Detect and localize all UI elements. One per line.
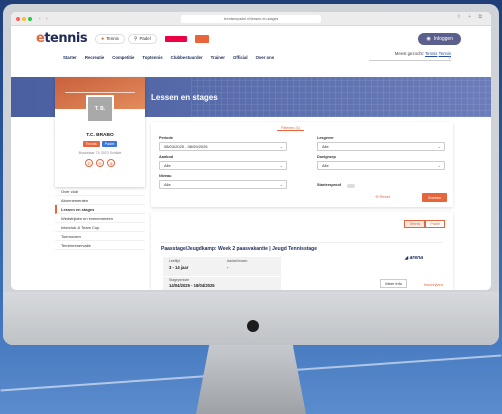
side-item-terreinreservatie[interactable]: Terreinreservatie bbox=[55, 241, 145, 250]
sport-tennis-toggle[interactable]: ● Tennis bbox=[95, 33, 125, 44]
maximize-window-icon[interactable] bbox=[28, 16, 32, 21]
lesgever-select[interactable]: Alle ⌄ bbox=[317, 142, 445, 151]
chevron-down-icon: ⌄ bbox=[279, 163, 283, 168]
browser-screen: ‹ › tennisenpadel.nl/lessen-en-stages ⇪ … bbox=[11, 12, 491, 290]
leeftijd-value: 3 - 14 jaar bbox=[169, 265, 189, 270]
phone-icon[interactable]: ✆ bbox=[85, 159, 93, 167]
monitor: ‹ › tennisenpadel.nl/lessen-en-stages ⇪ … bbox=[3, 4, 499, 345]
search-input[interactable]: ⚲ bbox=[369, 55, 451, 61]
padel-badge: Padel bbox=[101, 141, 118, 147]
nav-clubbestuurder[interactable]: Clubbestuurder bbox=[171, 55, 203, 60]
club-logo: T. B. bbox=[86, 95, 114, 123]
nav-toptennis[interactable]: Toptennis bbox=[142, 55, 162, 60]
stageperiode-value: 14/04/2025 - 18/04/2025 bbox=[169, 283, 215, 288]
nav-over-ons[interactable]: Over ons bbox=[256, 55, 275, 60]
club-card: T. B. T.C. BRABO Tennis Padel Bosselaar … bbox=[55, 77, 145, 187]
side-item-wedstrijden[interactable]: Wedstrijden en evenementen bbox=[55, 214, 145, 223]
lessen-label: Aantal lessen bbox=[227, 259, 248, 263]
site-header: e tennis ● Tennis ⚲ Padel ◉ Inloggen bbox=[11, 26, 491, 51]
close-window-icon[interactable] bbox=[16, 16, 20, 21]
nav-starter[interactable]: Starter bbox=[63, 55, 77, 60]
startersproof-toggle[interactable] bbox=[347, 184, 355, 188]
club-name: T.C. BRABO bbox=[86, 133, 114, 138]
tennis-badge: Tennis bbox=[82, 141, 100, 147]
periode-select[interactable]: 08/03/2025 - 08/09/2026 ⌄ bbox=[159, 142, 287, 151]
sport-padel-toggle[interactable]: ⚲ Padel bbox=[127, 33, 157, 44]
stage-title[interactable]: Paasstage/Jeugdkamp: Week 2 paasvakantie… bbox=[161, 246, 317, 252]
minimize-window-icon[interactable] bbox=[22, 16, 26, 21]
nav-competitie[interactable]: Competitie bbox=[112, 55, 134, 60]
reset-button[interactable]: ⟲ Reset bbox=[375, 194, 390, 199]
nav-official[interactable]: Official bbox=[233, 55, 248, 60]
filter-panel: Filteren (1) Periode 08/03/2025 - 08/09/… bbox=[151, 122, 453, 207]
tennis-ball-icon: ● bbox=[101, 35, 105, 42]
padel-racket-icon: ⚲ bbox=[133, 35, 138, 42]
monitor-bezel: ‹ › tennisenpadel.nl/lessen-en-stages ⇪ … bbox=[11, 12, 491, 290]
tab-padel[interactable]: Padel bbox=[425, 220, 445, 228]
chevron-down-icon: ⌄ bbox=[437, 144, 441, 149]
sponsor-logo bbox=[164, 35, 187, 42]
back-forward-icon[interactable]: ‹ › bbox=[39, 16, 50, 22]
startersproof-label: Startersproof bbox=[317, 183, 342, 187]
monitor-chin bbox=[3, 292, 499, 345]
club-address: Bosselaar 74 2970 Schilde bbox=[78, 151, 122, 155]
niveau-label: Niveau bbox=[159, 174, 172, 178]
chevron-down-icon: ⌄ bbox=[279, 182, 283, 187]
stageperiode-label: Stageperiode bbox=[169, 278, 190, 282]
doelgroep-label: Doelgroep bbox=[317, 155, 336, 159]
page-title: Lessen en stages bbox=[151, 93, 218, 102]
mail-icon[interactable]: ✉ bbox=[96, 159, 104, 167]
chevron-down-icon: ⌄ bbox=[437, 163, 441, 168]
user-icon: ◉ bbox=[426, 36, 431, 42]
address-bar[interactable]: tennisenpadel.nl/lessen-en-stages bbox=[181, 15, 321, 23]
website-icon[interactable]: ⊕ bbox=[107, 159, 115, 167]
side-item-abonnementen[interactable]: Abonnementen bbox=[55, 196, 145, 205]
more-info-button[interactable]: Meer info bbox=[380, 279, 407, 288]
login-button[interactable]: ◉ Inloggen bbox=[418, 33, 461, 45]
niveau-select[interactable]: Alle ⌄ bbox=[159, 180, 287, 189]
aanbod-label: Aanbod bbox=[159, 155, 174, 159]
side-item-toernooien[interactable]: Toernooien bbox=[55, 232, 145, 241]
partner-logo bbox=[194, 34, 209, 43]
search-icon: ⚲ bbox=[448, 55, 451, 60]
tab-tennis[interactable]: Tennis bbox=[404, 220, 426, 228]
side-item-interclub[interactable]: Interclub & Team Cup bbox=[55, 223, 145, 232]
periode-label: Periode bbox=[159, 136, 173, 140]
leeftijd-label: Leeftijd bbox=[169, 259, 180, 263]
site-logo[interactable]: e tennis bbox=[36, 31, 88, 46]
camera-icon bbox=[247, 320, 259, 332]
doelgroep-select[interactable]: Alle ⌄ bbox=[317, 161, 445, 170]
search-button[interactable]: Zoeken bbox=[422, 193, 448, 202]
share-icon[interactable]: ⇪ + ⧉ bbox=[457, 14, 485, 20]
lesgever-label: Lesgever bbox=[317, 136, 334, 140]
chevron-down-icon: ⌄ bbox=[279, 144, 283, 149]
browser-toolbar: ‹ › tennisenpadel.nl/lessen-en-stages ⇪ … bbox=[11, 12, 491, 26]
hero-photo bbox=[191, 77, 491, 117]
lessen-value: - bbox=[227, 265, 229, 270]
organizer-logo: ◢ arena bbox=[404, 255, 423, 261]
aanbod-select[interactable]: Alle ⌄ bbox=[159, 161, 287, 170]
nav-recreatie[interactable]: Recreatie bbox=[85, 55, 104, 60]
side-item-lessen-en-stages[interactable]: Lessen en stages bbox=[55, 205, 145, 214]
club-side-menu: Over club Abonnementen Lessen en stages … bbox=[55, 187, 145, 250]
filter-tab[interactable]: Filteren (1) bbox=[277, 124, 305, 131]
results-panel: Tennis Padel Paasstage/Jeugdkamp: Week 2… bbox=[151, 212, 453, 290]
register-link[interactable]: Inschrijven bbox=[424, 282, 443, 287]
monitor-stand bbox=[196, 345, 306, 414]
nav-trainer[interactable]: Trainer bbox=[211, 55, 225, 60]
side-item-over-club[interactable]: Over club bbox=[55, 187, 145, 196]
